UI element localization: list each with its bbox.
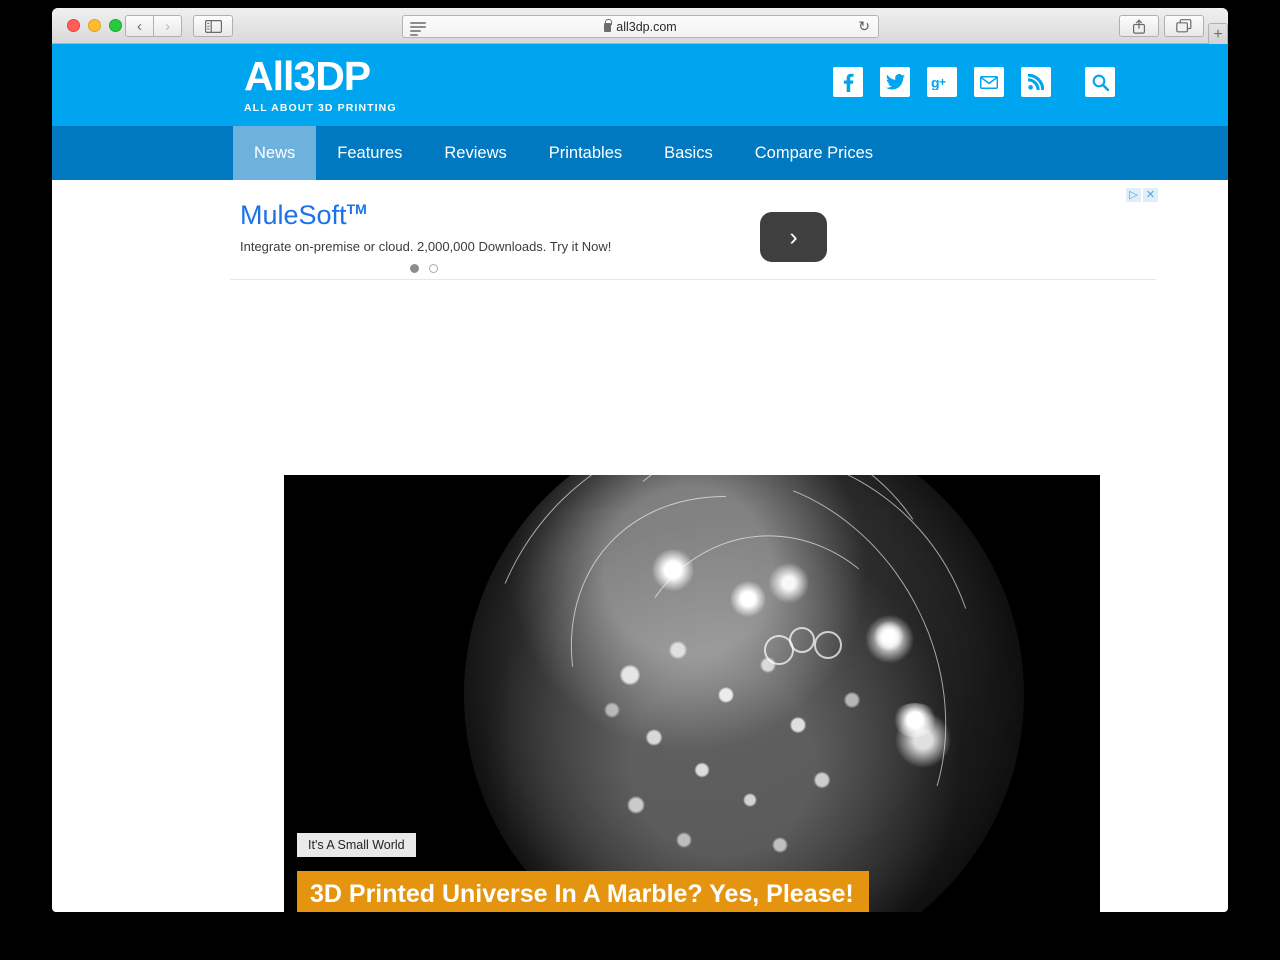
advertisement-banner[interactable]: MuleSoftTM Integrate on-premise or cloud… — [230, 188, 1158, 280]
nav-item-printables[interactable]: Printables — [528, 126, 643, 180]
show-tabs-button[interactable] — [1164, 15, 1204, 37]
url-text: all3dp.com — [616, 19, 677, 34]
ad-dot-1[interactable] — [410, 264, 419, 273]
nav-item-basics[interactable]: Basics — [643, 126, 734, 180]
facebook-icon[interactable] — [833, 67, 863, 97]
ad-description: Integrate on-premise or cloud. 2,000,000… — [240, 239, 612, 254]
site-header: All3DP ALL ABOUT 3D PRINTING g + — [52, 44, 1228, 126]
share-button[interactable] — [1119, 15, 1159, 37]
address-bar-content: all3dp.com — [403, 19, 878, 34]
twitter-icon[interactable] — [880, 67, 910, 97]
nav-label: Printables — [548, 143, 623, 162]
bright-spot — [892, 703, 938, 737]
maximize-window-button[interactable] — [109, 19, 122, 32]
tabs-icon — [1176, 19, 1192, 33]
nav-label: News — [254, 143, 296, 162]
main-navigation: News Features Reviews Printables Basics … — [52, 126, 1228, 180]
close-window-button[interactable] — [67, 19, 80, 32]
ad-title: MuleSoftTM — [240, 200, 367, 231]
article-headline[interactable]: 3D Printed Universe In A Marble? Yes, Pl… — [297, 871, 869, 912]
ad-next-button[interactable]: › — [760, 212, 827, 262]
nav-label: Reviews — [444, 143, 507, 162]
rss-icon[interactable] — [1021, 67, 1051, 97]
nav-item-news[interactable]: News — [233, 126, 317, 180]
window-controls — [67, 19, 122, 32]
logo-wordmark: All3DP — [244, 53, 371, 99]
share-icon — [1133, 18, 1146, 34]
sidebar-icon — [204, 19, 222, 33]
new-tab-button[interactable]: + — [1208, 23, 1228, 45]
lock-icon — [604, 19, 613, 32]
site-logo[interactable]: All3DP ALL ABOUT 3D PRINTING — [244, 53, 397, 115]
marble-photo — [405, 475, 1083, 912]
address-bar[interactable]: all3dp.com ↻ — [402, 15, 879, 38]
reload-icon[interactable]: ↻ — [858, 18, 870, 35]
reader-view-icon[interactable] — [410, 22, 426, 38]
light-coil — [789, 627, 815, 653]
social-links: g + — [833, 67, 1115, 97]
adchoices-icon[interactable]: ▷ — [1126, 188, 1141, 202]
browser-window: ‹ › all3dp.com ↻ + All3DP ALL ABOUT 3D P… — [52, 8, 1228, 912]
chevron-left-icon: ‹ — [137, 17, 142, 35]
forward-button[interactable]: › — [153, 15, 182, 37]
article-kicker: It's A Small World — [297, 833, 416, 857]
googleplus-icon[interactable]: g + — [927, 67, 957, 97]
chevron-right-icon: › — [165, 17, 170, 35]
back-button[interactable]: ‹ — [125, 15, 154, 37]
page-body: MuleSoftTM Integrate on-premise or cloud… — [52, 180, 1228, 912]
light-coil — [814, 631, 842, 659]
ad-close-icon[interactable]: ✕ — [1143, 188, 1158, 202]
bright-spot — [874, 621, 904, 651]
email-icon[interactable] — [974, 67, 1004, 97]
browser-toolbar: ‹ › all3dp.com ↻ + — [52, 8, 1228, 45]
svg-text:+: + — [939, 75, 946, 89]
article-hero-image[interactable]: It's A Small World 3D Printed Universe I… — [284, 475, 1100, 912]
nav-item-compare-prices[interactable]: Compare Prices — [734, 126, 894, 180]
particle-cluster — [594, 625, 894, 875]
ad-title-text: MuleSoft — [240, 200, 347, 230]
nav-label: Features — [337, 143, 403, 162]
nav-item-reviews[interactable]: Reviews — [423, 126, 527, 180]
ad-trademark: TM — [346, 201, 367, 217]
nav-item-features[interactable]: Features — [316, 126, 423, 180]
bright-spot — [730, 581, 766, 617]
sidebar-toggle-button[interactable] — [193, 15, 233, 37]
search-icon[interactable] — [1085, 67, 1115, 97]
nav-label: Basics — [664, 143, 713, 162]
minimize-window-button[interactable] — [88, 19, 101, 32]
ad-carousel-dots — [410, 264, 438, 273]
nav-label: Compare Prices — [754, 143, 874, 162]
bright-spot — [652, 549, 694, 591]
logo-tagline: ALL ABOUT 3D PRINTING — [244, 102, 397, 114]
adchoices-controls: ▷ ✕ — [1126, 188, 1158, 202]
ad-dot-2[interactable] — [429, 264, 438, 273]
